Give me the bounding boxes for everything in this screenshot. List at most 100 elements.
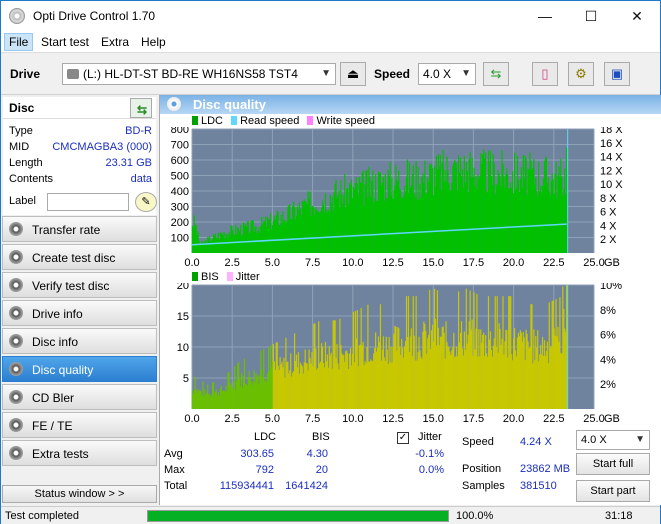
nav-label: Create test disc <box>32 251 116 265</box>
nav-transfer-rate[interactable]: Transfer rate <box>2 216 157 242</box>
samples-label: Samples <box>462 480 505 492</box>
disc-refresh-button[interactable]: ⇆ <box>130 98 152 118</box>
max-jitter: 0.0% <box>418 464 444 476</box>
nav-cd-bler[interactable]: CD Bler <box>2 384 157 410</box>
maximize-button[interactable]: ☐ <box>568 1 614 31</box>
stats-header-bis: BIS <box>312 431 330 443</box>
nav-drive-info[interactable]: Drive info <box>2 300 157 326</box>
save-button[interactable]: ▣ <box>604 62 630 86</box>
x-tick-label: 0.0 <box>184 257 199 267</box>
erase-button[interactable]: ▯ <box>532 62 558 86</box>
disc-mid-label: MID <box>9 141 30 153</box>
jitter-checkbox[interactable]: ✓ <box>397 432 409 444</box>
avg-jitter: -0.1% <box>415 448 444 460</box>
speed-select[interactable]: 4.0 X ▼ <box>418 63 476 85</box>
x-tick-label: 25.0 <box>583 257 604 267</box>
max-ldc: 792 <box>255 464 274 476</box>
drive-label: Drive <box>10 67 41 81</box>
disc-contents-value: data <box>130 173 152 185</box>
y-right-tick-label: 4% <box>600 354 616 366</box>
y-right-tick-label: 2 X <box>600 234 617 246</box>
nav-fe-te[interactable]: FE / TE <box>2 412 157 438</box>
legend-read-speed: Read speed <box>231 115 299 127</box>
nav-extra-tests[interactable]: Extra tests <box>2 440 157 466</box>
disc-type-row: Type BD-R <box>9 125 154 141</box>
x-tick-label: 7.5 <box>305 257 320 267</box>
drive-select-value: (L:) HL-DT-ST BD-RE WH16NS58 TST4 <box>83 67 298 81</box>
nav-disc-info[interactable]: Disc info <box>2 328 157 354</box>
legend-bis: BIS <box>192 271 219 283</box>
disc-icon <box>9 362 23 376</box>
x-tick-label: 5.0 <box>265 257 280 267</box>
disc-icon <box>9 418 23 432</box>
ldc-chart: 0.0 2.5 5.0 7.5 10.0 12.5 15.0 17.5 20.0 22.5 25.0… <box>160 127 661 267</box>
chevron-down-icon: ▼ <box>635 434 645 445</box>
nav-disc-quality[interactable]: Disc quality <box>2 356 157 382</box>
toolbar: Drive (L:) HL-DT-ST BD-RE WH16NS58 TST4 … <box>1 53 660 95</box>
menu-file[interactable]: File <box>4 33 34 51</box>
y-right-tick-label: 4 X <box>600 220 617 232</box>
x-tick-label: 15.0 <box>422 257 443 267</box>
top-chart-legend: LDC Read speed Write speed <box>192 115 380 127</box>
x-tick-label: 12.5 <box>382 257 403 267</box>
disc-type-label: Type <box>9 125 33 137</box>
total-bis: 1641424 <box>285 480 328 492</box>
x-tick-label: 5.0 <box>265 413 280 425</box>
elapsed-time: 31:18 <box>605 510 633 522</box>
test-speed-select[interactable]: 4.0 X ▼ <box>576 430 650 450</box>
nav-label: CD Bler <box>32 391 75 405</box>
max-bis: 20 <box>315 464 328 476</box>
disc-mid-row: MID CMCMAGBA3 (000) <box>9 141 154 157</box>
y-tick-label: 400 <box>171 186 189 198</box>
disc-icon <box>9 250 23 264</box>
ldc-chart-svg: 0.0 2.5 5.0 7.5 10.0 12.5 15.0 17.5 20.0 22.5 25.0… <box>171 127 624 267</box>
y-tick-label: 600 <box>171 155 189 167</box>
menu-help[interactable]: Help <box>137 34 170 50</box>
minimize-button[interactable]: — <box>522 1 568 31</box>
refresh-icon: ⇆ <box>490 66 502 81</box>
nav-label: Verify test disc <box>32 279 110 293</box>
test-speed-value: 4.0 X <box>581 434 607 446</box>
settings-button[interactable]: ⚙ <box>568 62 594 86</box>
status-window-button[interactable]: Status window > > <box>2 485 157 503</box>
y-right-tick-label: 16 X <box>600 138 623 150</box>
legend-ldc: LDC <box>192 115 223 127</box>
app-window: Opti Drive Control 1.70 — ☐ ✕ File Start… <box>0 0 661 524</box>
panel-title: Disc quality <box>193 97 266 112</box>
nav-label: Extra tests <box>32 447 89 461</box>
disc-label-button[interactable]: ✎ <box>135 192 157 212</box>
drive-select[interactable]: (L:) HL-DT-ST BD-RE WH16NS58 TST4 ▼ <box>62 63 336 85</box>
x-axis-label: GB <box>604 413 620 425</box>
y-tick-label: 200 <box>171 217 189 229</box>
close-button[interactable]: ✕ <box>614 1 660 31</box>
menu-start-test[interactable]: Start test <box>37 34 93 50</box>
progress-percent: 100.0% <box>456 510 494 522</box>
x-tick-label: 10.0 <box>342 257 363 267</box>
start-part-button[interactable]: Start part <box>576 480 650 502</box>
disc-contents-row: Contents data <box>9 173 154 189</box>
stats-panel: LDC BIS ✓ Jitter Avg 303.65 4.30 -0.1% M… <box>160 425 661 505</box>
nav-label: Disc quality <box>32 363 94 377</box>
nav-verify-test-disc[interactable]: Verify test disc <box>2 272 157 298</box>
start-full-button[interactable]: Start full <box>576 453 650 475</box>
eraser-icon: ▯ <box>541 66 549 81</box>
max-label: Max <box>164 464 185 476</box>
refresh-button[interactable]: ⇆ <box>483 62 509 86</box>
y-tick-label: 10 <box>177 342 189 354</box>
disc-icon <box>9 222 23 236</box>
y-right-tick-label: 18 X <box>600 127 623 136</box>
main-panel: Disc quality LDC Read speed Write speed … <box>159 95 661 505</box>
eject-button[interactable]: ⏏ <box>340 62 366 86</box>
y-right-tick-label: 6 X <box>600 207 617 219</box>
legend-bis-label: BIS <box>201 271 219 283</box>
position-label: Position <box>462 463 502 475</box>
refresh-icon: ⇆ <box>137 103 148 117</box>
app-disc-icon <box>9 8 25 24</box>
legend-ldc-label: LDC <box>201 115 224 127</box>
nav-create-test-disc[interactable]: Create test disc <box>2 244 157 270</box>
y-right-tick-label: 10 X <box>600 179 623 191</box>
disc-label-input[interactable] <box>47 193 129 211</box>
x-tick-label: 10.0 <box>342 413 363 425</box>
y-tick-label: 800 <box>171 127 189 136</box>
menu-extra[interactable]: Extra <box>97 34 133 50</box>
